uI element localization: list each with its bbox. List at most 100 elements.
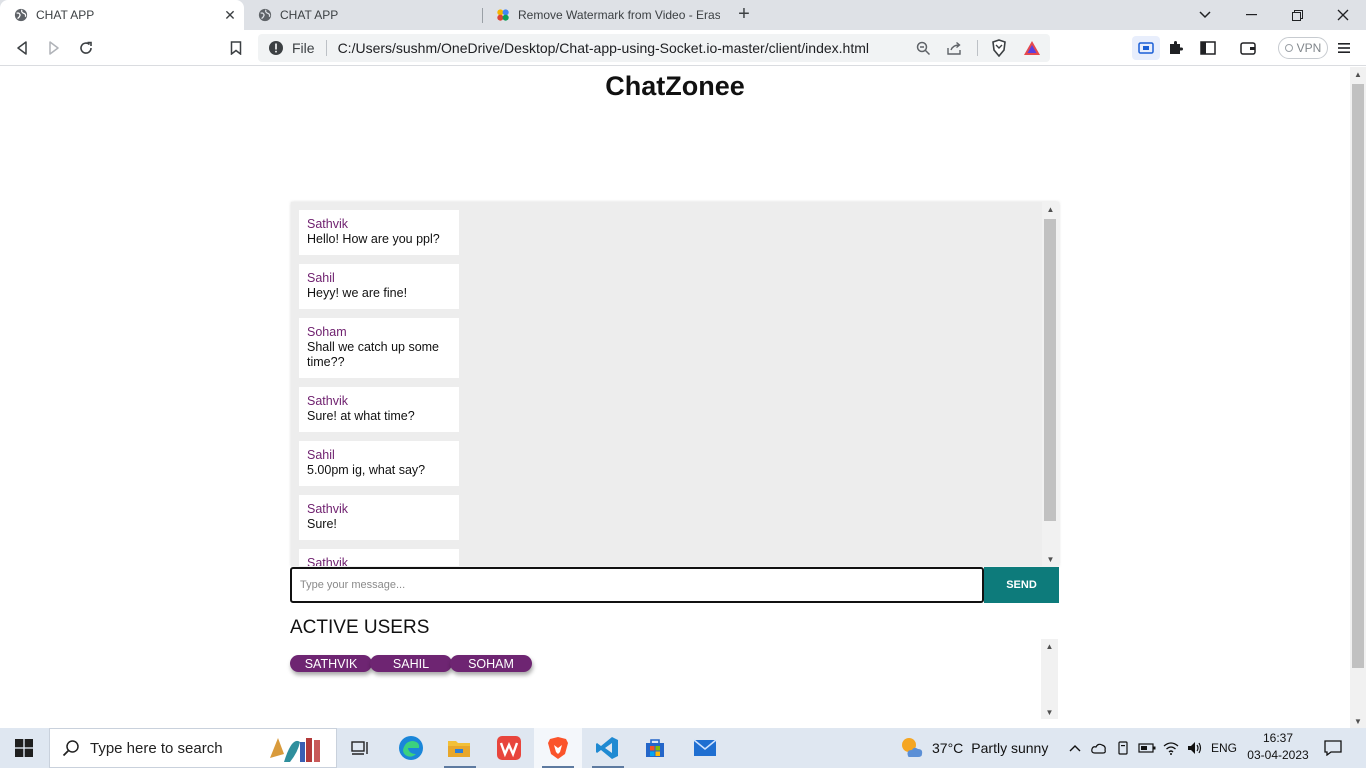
edge-taskbar-button[interactable] [388,728,434,768]
network-cloud-icon[interactable] [1088,728,1110,768]
browser-toolbar: File C:/Users/sushm/OneDrive/Desktop/Cha… [0,30,1366,66]
scroll-down-arrow-icon[interactable]: ▼ [1042,552,1059,566]
taskbar-search[interactable]: Type here to search [49,728,337,768]
restore-button[interactable] [1274,0,1320,30]
users-scrollbar[interactable]: ▲ ▼ [1041,639,1058,719]
message-input[interactable] [290,567,984,603]
address-bar[interactable]: File C:/Users/sushm/OneDrive/Desktop/Cha… [258,34,1050,62]
back-button[interactable] [10,36,34,60]
close-window-button[interactable] [1320,0,1366,30]
task-view-icon [351,741,368,755]
tab-title: CHAT APP [280,8,339,22]
page-title: ChatZonee [605,71,745,101]
wifi-icon[interactable] [1160,728,1182,768]
vscode-icon [596,737,618,759]
user-pill[interactable]: SAHIL [370,655,452,672]
share-icon[interactable] [939,41,971,55]
reload-icon [80,41,92,54]
minimize-button[interactable] [1228,0,1274,30]
new-tab-button[interactable]: + [734,4,754,25]
message-text: Sure! [307,517,337,531]
weather-widget[interactable]: 37°C Partly sunny [900,728,1048,768]
tab-search-button[interactable] [1182,0,1228,30]
notifications-button[interactable] [1318,728,1348,768]
zoom-icon[interactable] [907,41,939,56]
divider [977,40,978,56]
start-button[interactable] [0,728,48,768]
message-sender: Sahil [307,448,335,462]
message-bubble: Sathvik Hello! How are you ppl? [299,210,459,255]
vpn-status-icon [1284,44,1293,52]
windows-taskbar: Type here to search 37°C Partly sunny EN… [0,728,1366,768]
mail-icon [693,739,717,756]
tab-remove-watermark[interactable]: Remove Watermark from Video - Eras [482,0,720,30]
partly-sunny-icon [902,738,923,757]
message-bubble: Sathvik Sure! [299,495,459,540]
user-pill[interactable]: SATHVIK [290,655,372,672]
globe-icon [258,8,272,22]
scroll-down-arrow-icon[interactable]: ▼ [1041,705,1058,719]
brave-taskbar-button[interactable] [534,728,582,768]
tab-title: Remove Watermark from Video - Eras [518,8,720,22]
sidebar-icon [1200,41,1216,55]
menu-button[interactable] [1332,36,1356,60]
wps-taskbar-button[interactable] [486,728,532,768]
tab-chat-app-2[interactable]: CHAT APP [244,0,482,30]
windows-logo-icon [15,739,33,757]
store-icon [646,739,664,757]
site-info-icon[interactable] [268,40,284,56]
bookmark-button[interactable] [224,36,248,60]
task-view-button[interactable] [340,728,380,768]
brave-shields-icon[interactable] [984,39,1014,57]
chevron-up-icon [1069,745,1081,752]
clock-date: 03-04-2023 [1247,748,1309,762]
search-highlight-icon [262,732,334,768]
language-indicator[interactable]: ENG [1208,728,1240,768]
weather-temperature: 37°C [932,740,964,756]
scroll-up-arrow-icon[interactable]: ▲ [1041,639,1058,653]
battery-icon[interactable] [1136,728,1158,768]
tab-title: CHAT APP [36,8,95,22]
page-scrollbar[interactable]: ▲ ▼ [1350,67,1366,728]
chat-scrollbar-thumb[interactable] [1044,219,1056,521]
scroll-up-arrow-icon[interactable]: ▲ [1350,67,1366,81]
vpn-button[interactable]: VPN [1278,37,1328,59]
picture-in-picture-button[interactable] [1132,36,1160,60]
message-sender: Sathvik [307,394,348,408]
user-pill[interactable]: SOHAM [450,655,532,672]
store-taskbar-button[interactable] [632,728,678,768]
globe-icon [14,8,28,22]
vscode-taskbar-button[interactable] [584,728,630,768]
sidebar-button[interactable] [1196,36,1220,60]
close-tab-icon[interactable]: ✕ [222,7,238,23]
wallet-button[interactable] [1236,36,1260,60]
taskbar-clock[interactable]: 16:37 03-04-2023 [1245,730,1311,764]
message-sender: Sahil [307,271,335,285]
volume-icon[interactable] [1184,728,1206,768]
show-hidden-icons-button[interactable] [1064,728,1086,768]
file-explorer-taskbar-button[interactable] [436,728,482,768]
message-sender: Sathvik [307,556,348,566]
hamburger-menu-icon [1338,43,1350,53]
chevron-down-icon [1199,11,1211,19]
forward-button[interactable] [42,36,66,60]
tab-chat-app-1[interactable]: CHAT APP ✕ [0,0,244,30]
page-viewport: ChatZonee Sathvik Hello! How are you ppl… [0,67,1350,728]
device-icon[interactable] [1112,728,1134,768]
chat-messages-panel[interactable]: Sathvik Hello! How are you ppl? Sahil He… [291,202,1059,566]
extensions-button[interactable] [1164,36,1188,60]
scroll-up-arrow-icon[interactable]: ▲ [1042,202,1059,216]
wallet-icon [1240,42,1256,55]
send-button[interactable]: SEND [984,567,1059,603]
edge-icon [399,736,423,760]
chat-scrollbar[interactable]: ▲ ▼ [1042,202,1059,566]
url-text[interactable]: C:/Users/sushm/OneDrive/Desktop/Chat-app… [338,40,907,56]
message-sender: Soham [307,325,347,339]
reload-button[interactable] [74,36,98,60]
brave-rewards-icon[interactable] [1014,40,1050,56]
page-scrollbar-thumb[interactable] [1352,84,1364,668]
active-users-heading: ACTIVE USERS [290,617,430,638]
scroll-down-arrow-icon[interactable]: ▼ [1350,714,1366,728]
vpn-label: VPN [1296,41,1322,55]
mail-taskbar-button[interactable] [682,728,728,768]
